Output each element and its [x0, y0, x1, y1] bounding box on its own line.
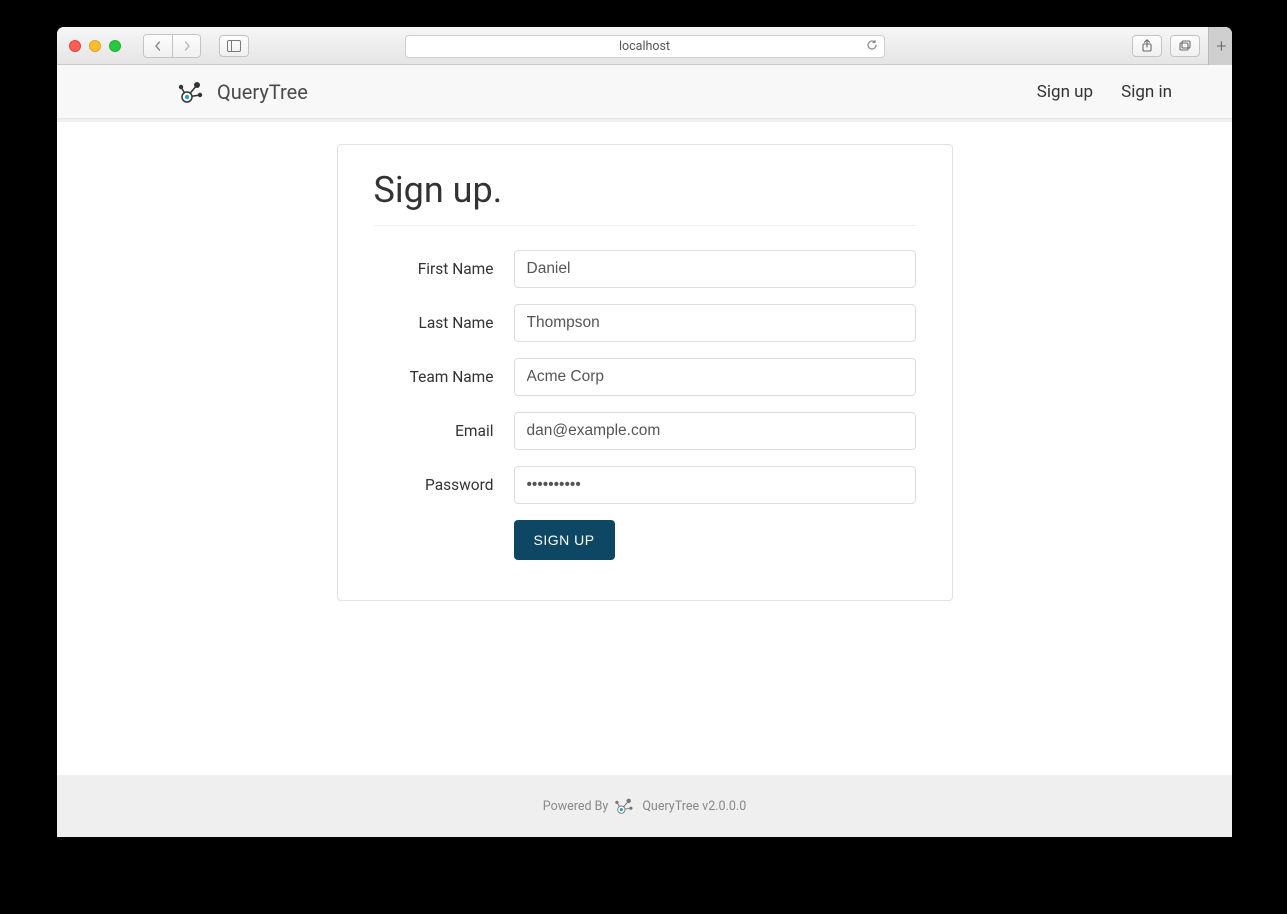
footer-product: QueryTree v2.0.0.0	[642, 799, 746, 814]
signup-panel: Sign up. First Name Last Name Team Name …	[337, 144, 953, 601]
field-first-name: First Name	[374, 250, 916, 288]
sidebar-toggle-button[interactable]	[219, 35, 249, 57]
footer: Powered By QueryTree v2.0.0.0	[57, 775, 1232, 837]
signup-button[interactable]: SIGN UP	[514, 520, 615, 560]
input-first-name[interactable]	[514, 250, 916, 288]
toolbar-right: +	[1132, 35, 1222, 57]
history-nav	[143, 34, 201, 58]
input-password[interactable]	[514, 466, 916, 504]
querytree-logo-icon	[177, 77, 207, 107]
back-button[interactable]	[144, 35, 172, 57]
label-last-name: Last Name	[374, 314, 514, 332]
label-team-name: Team Name	[374, 368, 514, 386]
field-password: Password	[374, 466, 916, 504]
label-email: Email	[374, 422, 514, 440]
app-header: QueryTree Sign up Sign in	[57, 65, 1232, 119]
label-password: Password	[374, 476, 514, 494]
field-email: Email	[374, 412, 916, 450]
window-controls	[69, 40, 121, 52]
browser-window: localhost +	[57, 27, 1232, 837]
footer-powered-by: Powered By	[543, 799, 609, 814]
input-team-name[interactable]	[514, 358, 916, 396]
main-content: Sign up. First Name Last Name Team Name …	[57, 119, 1232, 775]
address-bar[interactable]: localhost	[405, 35, 885, 58]
close-window-button[interactable]	[69, 40, 81, 52]
input-last-name[interactable]	[514, 304, 916, 342]
submit-row: SIGN UP	[374, 520, 916, 560]
divider	[374, 225, 916, 226]
minimize-window-button[interactable]	[89, 40, 101, 52]
browser-titlebar: localhost +	[57, 27, 1232, 65]
page-viewport: QueryTree Sign up Sign in Sign up. First…	[57, 65, 1232, 837]
new-tab-button[interactable]: +	[1208, 27, 1232, 65]
tabs-button[interactable]	[1170, 35, 1200, 57]
nav-signin-link[interactable]: Sign in	[1121, 82, 1172, 102]
footer-logo-icon	[614, 795, 636, 817]
nav-signup-link[interactable]: Sign up	[1037, 82, 1093, 102]
field-team-name: Team Name	[374, 358, 916, 396]
brand-name: QueryTree	[217, 80, 308, 104]
header-nav: Sign up Sign in	[1037, 82, 1212, 102]
maximize-window-button[interactable]	[109, 40, 121, 52]
address-url: localhost	[619, 39, 670, 54]
brand[interactable]: QueryTree	[177, 77, 308, 107]
forward-button[interactable]	[172, 35, 200, 57]
input-email[interactable]	[514, 412, 916, 450]
label-first-name: First Name	[374, 260, 514, 278]
share-button[interactable]	[1132, 35, 1162, 57]
reload-icon[interactable]	[866, 39, 878, 54]
field-last-name: Last Name	[374, 304, 916, 342]
page-title: Sign up.	[374, 169, 916, 211]
